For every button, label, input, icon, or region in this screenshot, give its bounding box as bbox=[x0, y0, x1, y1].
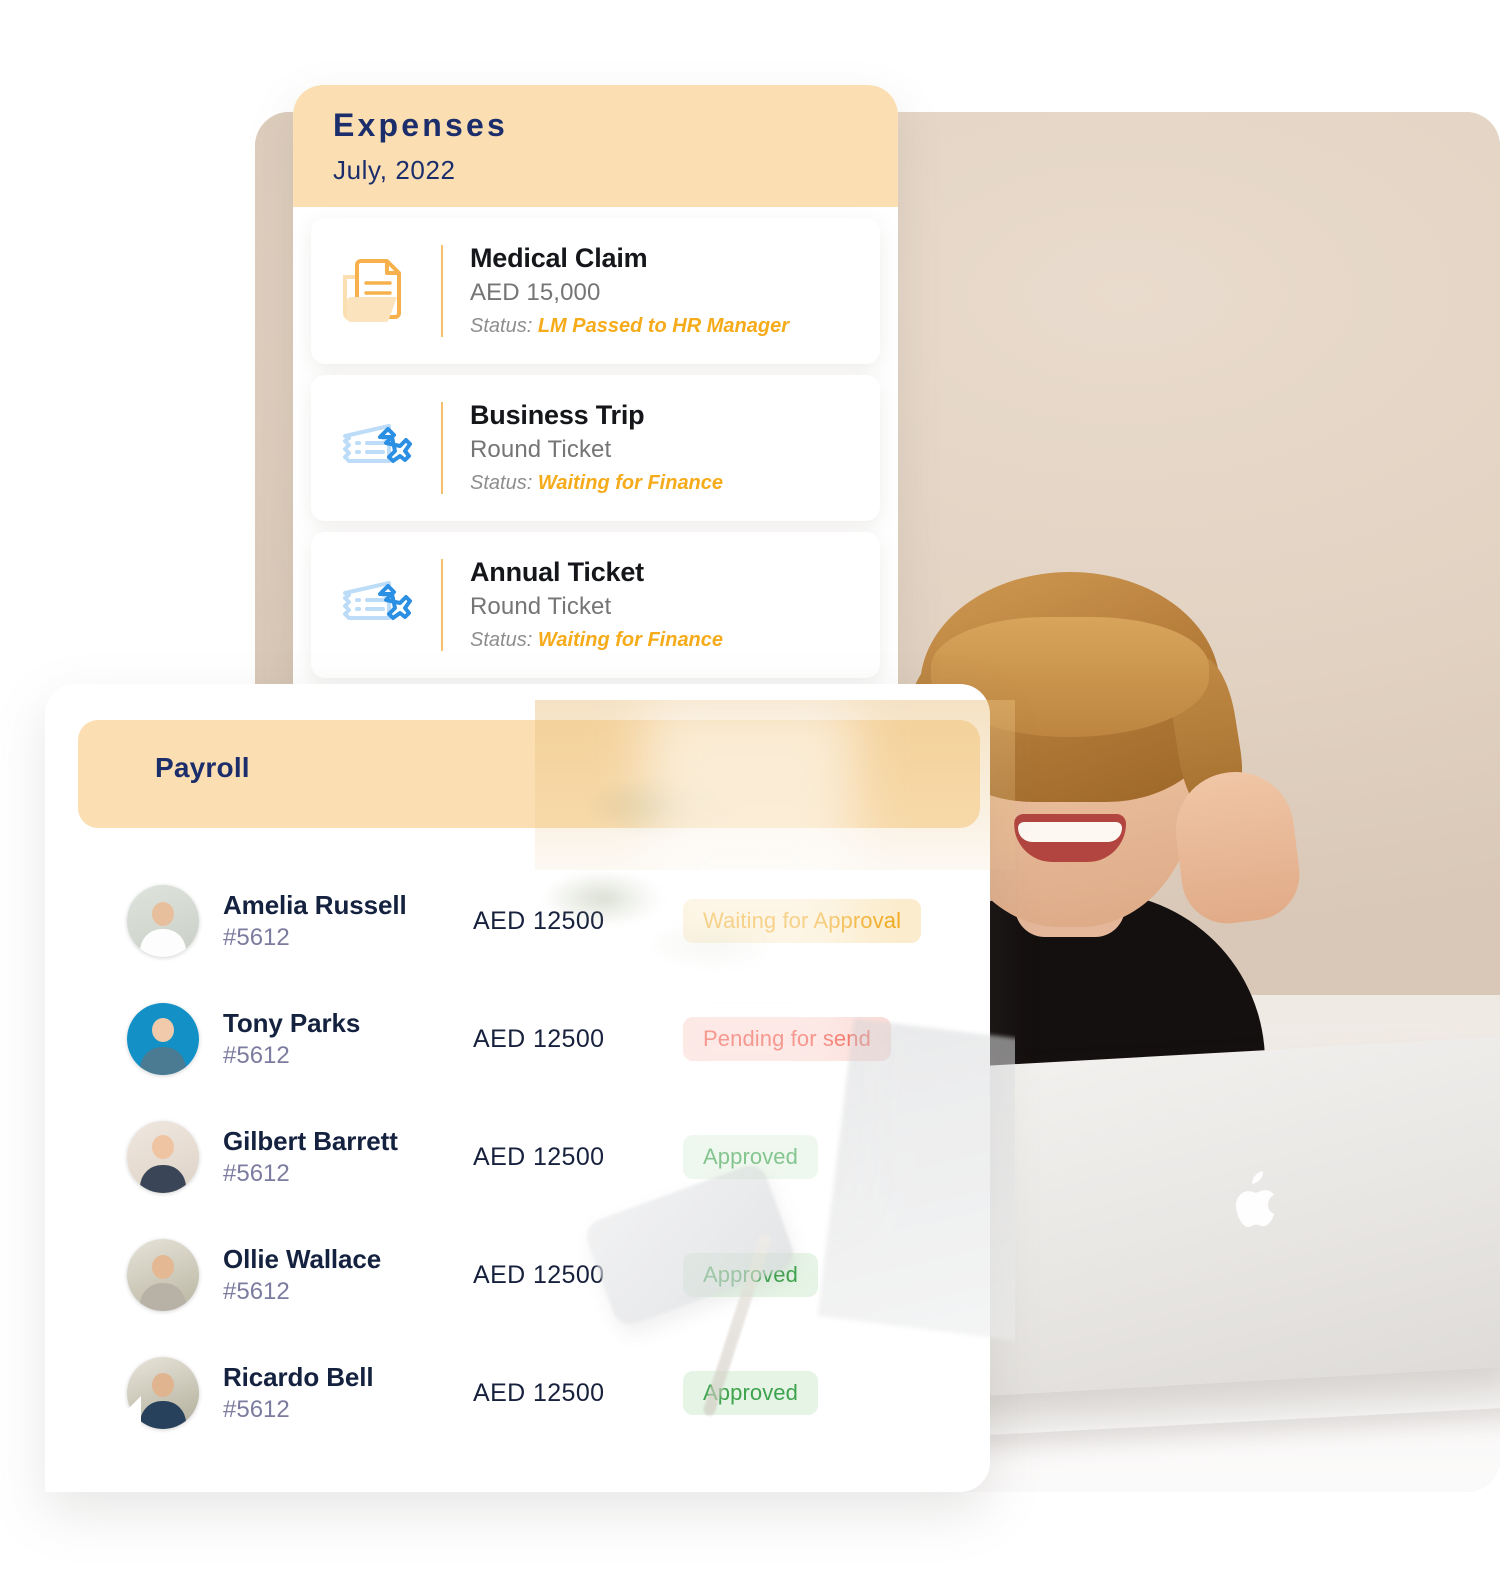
status-badge-wrap: Pending for send bbox=[683, 1017, 891, 1061]
status-badge: Approved bbox=[683, 1135, 818, 1179]
status-badge: Approved bbox=[683, 1371, 818, 1415]
flight-ticket-icon bbox=[311, 569, 441, 641]
employee-id: #5612 bbox=[223, 1159, 290, 1187]
status-badge-wrap: Approved bbox=[683, 1371, 818, 1415]
employee-id: #5612 bbox=[223, 1395, 290, 1423]
expense-status-value: Waiting for Finance bbox=[537, 471, 724, 494]
status-badge-wrap: Waiting for Approval bbox=[683, 899, 922, 943]
expense-name: Annual Ticket bbox=[470, 557, 644, 588]
avatar bbox=[127, 1121, 199, 1193]
expense-divider bbox=[441, 559, 443, 651]
table-row[interactable]: Ollie Wallace #5612 AED 12500 Approved bbox=[45, 1216, 990, 1334]
status-badge-wrap: Approved bbox=[683, 1135, 818, 1179]
screenshot-stage: Expenses July, 2022 Medical Claim AED 15… bbox=[0, 0, 1510, 1580]
employee-name: Tony Parks bbox=[223, 1008, 361, 1039]
avatar-head bbox=[152, 1018, 174, 1042]
expense-detail: Round Ticket bbox=[470, 592, 612, 620]
expense-detail: Round Ticket bbox=[470, 435, 612, 463]
avatar bbox=[127, 885, 199, 957]
apple-logo-icon bbox=[1235, 1171, 1274, 1227]
expenses-title: Expenses bbox=[333, 107, 509, 143]
status-badge: Waiting for Approval bbox=[683, 899, 922, 943]
expense-name: Medical Claim bbox=[470, 243, 648, 274]
expense-detail: AED 15,000 bbox=[470, 278, 601, 306]
payroll-amount: AED 12500 bbox=[473, 1142, 605, 1171]
document-folder-icon bbox=[311, 255, 441, 327]
expense-text-block: Annual Ticket Round Ticket Status: Waiti… bbox=[470, 555, 880, 654]
avatar-head bbox=[152, 902, 174, 926]
employee-info: Amelia Russell #5612 bbox=[223, 889, 473, 953]
status-badge: Pending for send bbox=[683, 1017, 891, 1061]
expenses-list: Medical Claim AED 15,000 Status: LM Pass… bbox=[293, 207, 898, 678]
employee-info: Ollie Wallace #5612 bbox=[223, 1243, 473, 1307]
avatar-head bbox=[152, 1255, 174, 1279]
expense-item[interactable]: Annual Ticket Round Ticket Status: Waiti… bbox=[311, 532, 880, 678]
expenses-card: Expenses July, 2022 Medical Claim AED 15… bbox=[293, 85, 898, 773]
expense-divider bbox=[441, 402, 443, 494]
employee-name: Amelia Russell bbox=[223, 890, 407, 921]
payroll-list: Amelia Russell #5612 AED 12500 Waiting f… bbox=[45, 862, 990, 1452]
expense-divider bbox=[441, 245, 443, 337]
payroll-amount: AED 12500 bbox=[473, 1024, 605, 1053]
expense-status-label: Status: bbox=[470, 471, 533, 494]
employee-info: Tony Parks #5612 bbox=[223, 1007, 473, 1071]
payroll-title: Payroll bbox=[155, 752, 250, 783]
expenses-period: July, 2022 bbox=[333, 155, 456, 185]
expense-status-line: Status: LM Passed to HR Manager bbox=[470, 311, 880, 341]
expense-item[interactable]: Medical Claim AED 15,000 Status: LM Pass… bbox=[311, 218, 880, 364]
expense-name: Business Trip bbox=[470, 400, 645, 431]
employee-id: #5612 bbox=[223, 1277, 290, 1305]
expense-text-block: Medical Claim AED 15,000 Status: LM Pass… bbox=[470, 241, 880, 340]
table-row[interactable]: Ricardo Bell #5612 AED 12500 Approved bbox=[45, 1334, 990, 1452]
table-row[interactable]: Tony Parks #5612 AED 12500 Pending for s… bbox=[45, 980, 990, 1098]
woman-smile bbox=[1014, 814, 1126, 862]
table-row[interactable]: Amelia Russell #5612 AED 12500 Waiting f… bbox=[45, 862, 990, 980]
expense-status-line: Status: Waiting for Finance bbox=[470, 468, 880, 498]
payroll-amount: AED 12500 bbox=[473, 1378, 605, 1407]
status-badge-wrap: Approved bbox=[683, 1253, 818, 1297]
employee-id: #5612 bbox=[223, 923, 290, 951]
payroll-amount: AED 12500 bbox=[473, 906, 605, 935]
employee-id: #5612 bbox=[223, 1041, 290, 1069]
employee-name: Ollie Wallace bbox=[223, 1244, 382, 1275]
expenses-header-band bbox=[293, 85, 898, 207]
table-row[interactable]: Gilbert Barrett #5612 AED 12500 Approved bbox=[45, 1098, 990, 1216]
employee-name: Ricardo Bell bbox=[223, 1362, 374, 1393]
avatar-head bbox=[152, 1135, 174, 1159]
expense-item[interactable]: Business Trip Round Ticket Status: Waiti… bbox=[311, 375, 880, 521]
expense-status-label: Status: bbox=[470, 628, 533, 651]
laptop-lid bbox=[945, 1035, 1500, 1399]
expense-text-block: Business Trip Round Ticket Status: Waiti… bbox=[470, 398, 880, 497]
expense-status-label: Status: bbox=[470, 314, 533, 337]
employee-name: Gilbert Barrett bbox=[223, 1126, 398, 1157]
employee-info: Gilbert Barrett #5612 bbox=[223, 1125, 473, 1189]
expense-status-value: LM Passed to HR Manager bbox=[537, 314, 789, 337]
avatar bbox=[127, 1239, 199, 1311]
status-badge: Approved bbox=[683, 1253, 818, 1297]
avatar bbox=[127, 1003, 199, 1075]
expense-status-value: Waiting for Finance bbox=[537, 628, 724, 651]
employee-info: Ricardo Bell #5612 bbox=[223, 1361, 473, 1425]
avatar-head bbox=[152, 1373, 174, 1397]
flight-ticket-icon bbox=[311, 412, 441, 484]
payroll-card: Payroll Amelia Russell #5612 AED 12500 W… bbox=[45, 684, 990, 1492]
payroll-amount: AED 12500 bbox=[473, 1260, 605, 1289]
expense-status-line: Status: Waiting for Finance bbox=[470, 625, 880, 655]
